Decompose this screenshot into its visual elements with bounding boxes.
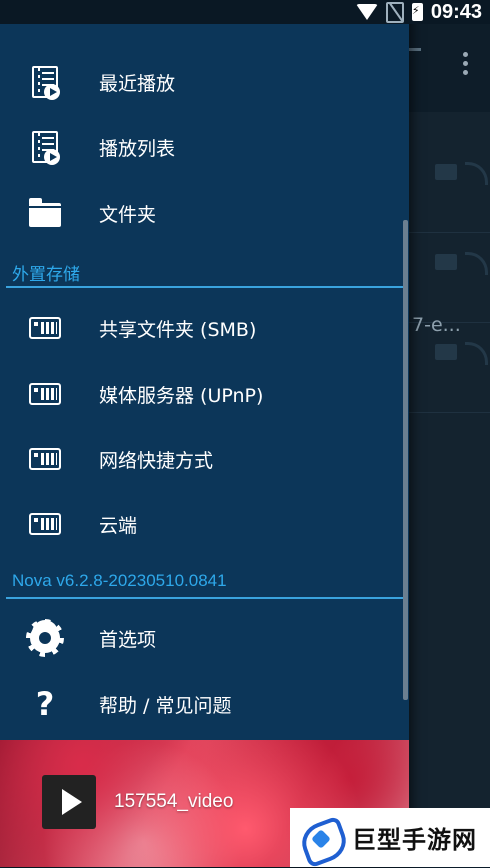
subtitle-icon bbox=[435, 254, 457, 270]
drawer-item-preferences[interactable]: 首选项 bbox=[0, 606, 400, 670]
drawer-item-label: 播放列表 bbox=[99, 137, 176, 160]
drawer-item-network-shortcuts[interactable]: 网络快捷方式 bbox=[0, 427, 400, 491]
drawer-item-label: 网络快捷方式 bbox=[99, 449, 214, 472]
drawer-item-upnp[interactable]: 媒体服务器 (UPnP) bbox=[0, 362, 400, 426]
now-playing-title: 157554_video bbox=[114, 791, 234, 812]
subtitle-icon bbox=[435, 344, 457, 360]
background-item-title: 7-e... bbox=[412, 314, 461, 336]
help-icon: ? bbox=[35, 685, 55, 723]
subtitle-icon bbox=[435, 164, 457, 180]
drawer-item-recent[interactable]: 最近播放 bbox=[0, 50, 400, 114]
film-play-icon bbox=[28, 65, 62, 100]
background-list-row[interactable] bbox=[409, 330, 490, 413]
drawer-item-label: 共享文件夹 (SMB) bbox=[99, 318, 257, 341]
folder-icon bbox=[28, 196, 62, 230]
nas-icon bbox=[28, 311, 62, 345]
drawer-item-label: 最近播放 bbox=[99, 72, 176, 95]
drawer-item-label: 首选项 bbox=[99, 628, 157, 651]
nas-icon bbox=[28, 507, 62, 541]
play-button[interactable] bbox=[42, 775, 96, 829]
drawer-item-label: 帮助 / 常见问题 bbox=[99, 694, 232, 717]
drawer-item-playlists[interactable]: 播放列表 bbox=[0, 115, 400, 179]
background-list-row[interactable] bbox=[409, 150, 490, 233]
wifi-icon bbox=[355, 4, 378, 20]
status-time: 09:43 bbox=[430, 0, 482, 23]
nas-icon bbox=[28, 442, 62, 476]
background-list-row[interactable] bbox=[409, 240, 490, 323]
cast-icon bbox=[465, 252, 488, 275]
cast-icon bbox=[465, 162, 488, 185]
cast-icon bbox=[465, 342, 488, 365]
film-play-icon bbox=[28, 130, 62, 165]
drawer-item-label: 文件夹 bbox=[99, 203, 157, 226]
watermark-logo-icon bbox=[300, 818, 344, 858]
watermark: 巨型手游网 bbox=[290, 808, 490, 867]
section-divider bbox=[6, 597, 403, 599]
drawer-item-help[interactable]: ? 帮助 / 常见问题 bbox=[0, 672, 400, 736]
overflow-menu-icon[interactable] bbox=[462, 52, 468, 76]
battery-charging-icon bbox=[411, 3, 423, 21]
drawer-item-folders[interactable]: 文件夹 bbox=[0, 181, 400, 245]
drawer-scrollbar[interactable] bbox=[403, 220, 408, 700]
gear-icon bbox=[26, 619, 64, 657]
drawer-item-cloud[interactable]: 云端 bbox=[0, 492, 400, 556]
drawer-item-label: 媒体服务器 (UPnP) bbox=[99, 384, 264, 407]
navigation-drawer: 最近播放 播放列表 文件夹 外置存储 共享文件夹 (SMB) 媒体服务器 (UP… bbox=[0, 0, 409, 867]
drawer-item-smb[interactable]: 共享文件夹 (SMB) bbox=[0, 296, 400, 360]
section-header-version: Nova v6.2.8-20230510.0841 bbox=[12, 571, 227, 590]
status-bar: 09:43 bbox=[0, 0, 490, 24]
nas-icon bbox=[28, 377, 62, 411]
section-header-external-storage: 外置存储 bbox=[12, 265, 80, 284]
section-divider bbox=[6, 286, 403, 288]
drawer-item-label: 云端 bbox=[99, 514, 138, 537]
watermark-text: 巨型手游网 bbox=[352, 826, 477, 854]
no-sim-icon bbox=[385, 1, 404, 23]
